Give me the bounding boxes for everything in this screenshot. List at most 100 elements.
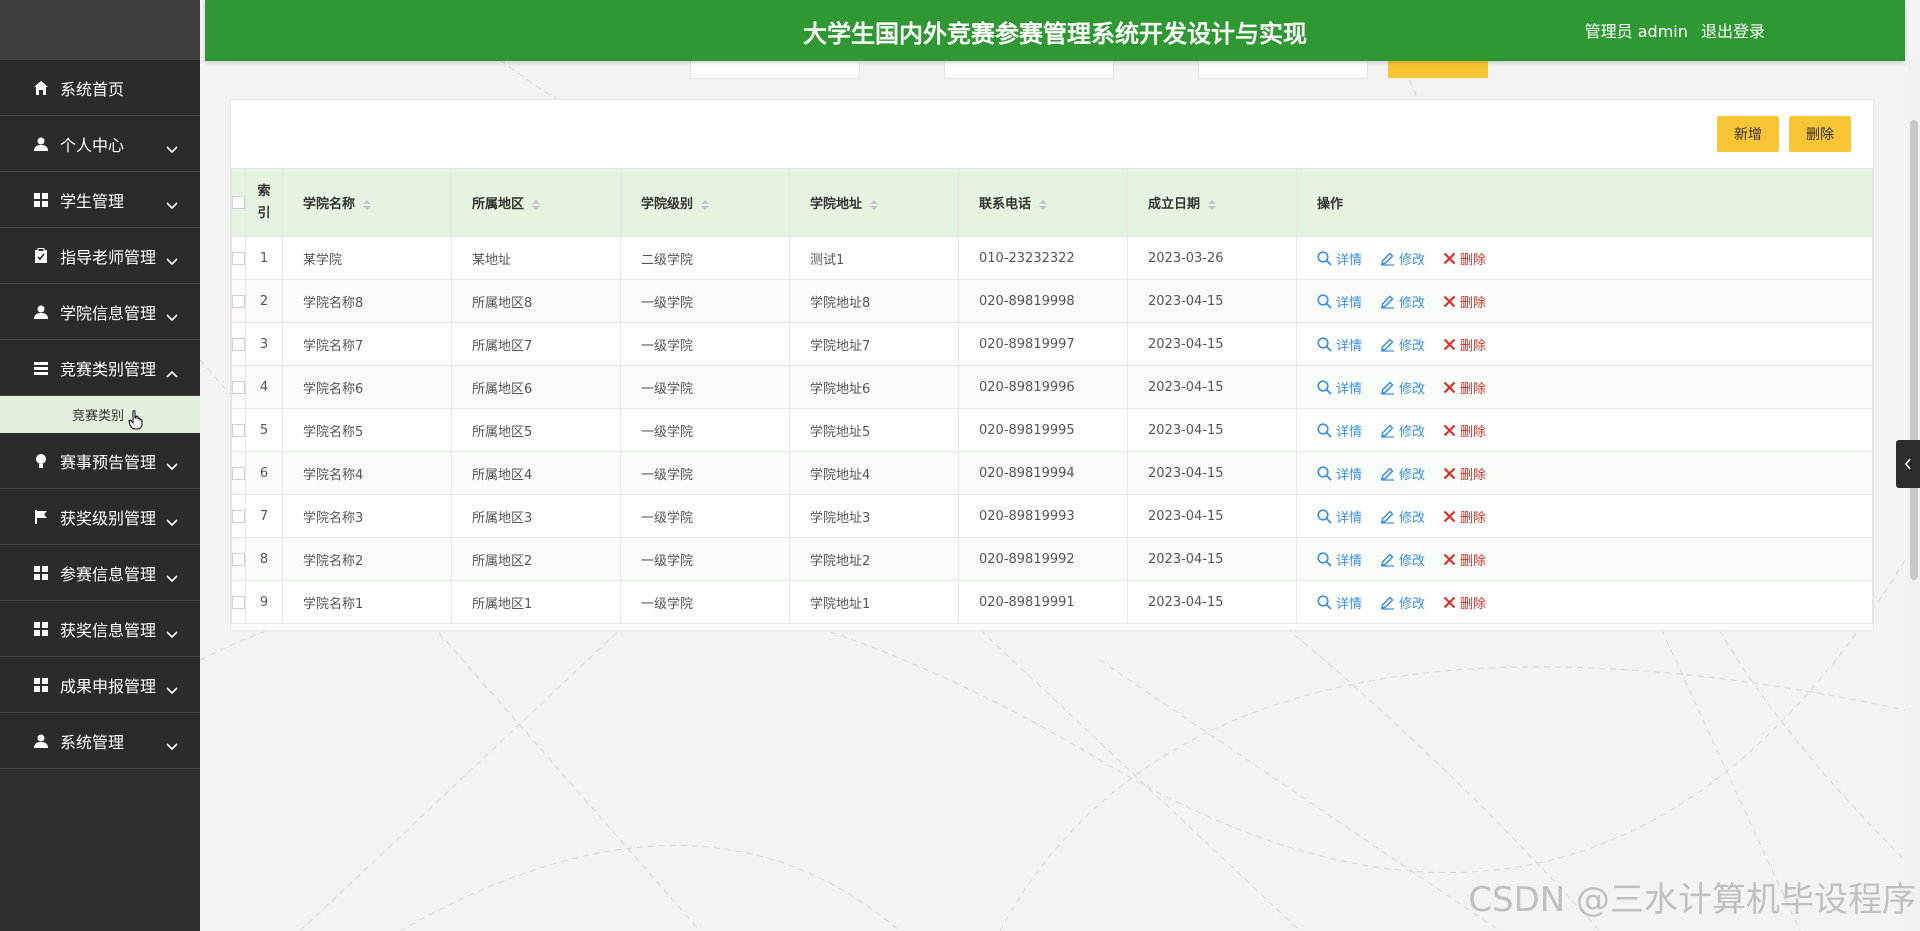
sidebar-item-competition-category-management[interactable]: 竞赛类别管理	[0, 340, 200, 396]
edit-button[interactable]: 修改	[1380, 335, 1425, 354]
edit-icon	[1381, 466, 1395, 481]
delete-button[interactable]: 删除	[1443, 421, 1486, 440]
header-phone[interactable]: 联系电话	[958, 168, 1128, 237]
delete-button[interactable]: 删除	[1443, 593, 1486, 612]
edit-button[interactable]: 修改	[1380, 593, 1425, 612]
search-input-3[interactable]	[1198, 60, 1368, 79]
sidebar-item-award-level-management[interactable]: 获奖级别管理	[0, 489, 200, 545]
sidebar-item-student-management[interactable]: 学生管理	[0, 172, 200, 228]
sidebar-logo-area	[0, 0, 200, 60]
close-icon	[1443, 338, 1456, 350]
detail-button[interactable]: 详情	[1317, 550, 1362, 569]
row-select-cell	[231, 537, 246, 581]
page-scrollbar[interactable]	[1908, 60, 1920, 931]
sidebar-item-award-info-management[interactable]: 获奖信息管理	[0, 601, 200, 657]
cell-phone: 020-89819994	[958, 451, 1128, 495]
row-checkbox[interactable]	[232, 337, 245, 351]
sort-icon[interactable]	[363, 199, 372, 210]
sidebar-item-achievement-declaration-management[interactable]: 成果申报管理	[0, 657, 200, 713]
row-checkbox[interactable]	[232, 423, 245, 437]
search-input-1[interactable]	[690, 60, 860, 79]
cell-college-name: 学院名称3	[282, 494, 452, 538]
search-input-2[interactable]	[944, 60, 1114, 79]
edit-button[interactable]: 修改	[1380, 507, 1425, 526]
row-checkbox[interactable]	[232, 294, 245, 308]
detail-button[interactable]: 详情	[1317, 593, 1362, 612]
sort-icon[interactable]	[870, 199, 879, 210]
sidebar-item-college-info-management[interactable]: 学院信息管理	[0, 284, 200, 340]
cell-phone: 020-89819995	[958, 408, 1128, 452]
header-college-name[interactable]: 学院名称	[282, 168, 452, 237]
cell-founded-date: 2023-04-15	[1127, 580, 1297, 624]
select-all-checkbox[interactable]	[232, 196, 245, 209]
chevron-down-icon	[166, 195, 180, 209]
logout-link[interactable]: 退出登录	[1701, 22, 1765, 41]
delete-label: 删除	[1460, 381, 1487, 397]
delete-button[interactable]: 删除	[1443, 335, 1486, 354]
sidebar-item-teacher-management[interactable]: 指导老师管理	[0, 228, 200, 284]
header-college-level[interactable]: 学院级别	[620, 168, 790, 237]
edit-button[interactable]: 修改	[1380, 249, 1425, 268]
sidebar-item-home[interactable]: 系统首页	[0, 60, 200, 116]
edit-button[interactable]: 修改	[1380, 550, 1425, 569]
content-panel: 新增 删除 索引 学院名称 所属地区 学院级别 学院地址 联系电话 成立日期 操…	[230, 99, 1874, 631]
sort-icon[interactable]	[1208, 199, 1217, 210]
row-checkbox[interactable]	[232, 595, 245, 609]
scrollbar-thumb[interactable]	[1910, 120, 1918, 580]
add-button[interactable]: 新增	[1717, 116, 1779, 152]
edit-button[interactable]: 修改	[1380, 421, 1425, 440]
sort-icon[interactable]	[1039, 199, 1048, 210]
detail-button[interactable]: 详情	[1317, 464, 1362, 483]
close-icon	[1443, 467, 1456, 479]
sidebar-item-event-notice-management[interactable]: 赛事预告管理	[0, 433, 200, 489]
row-checkbox[interactable]	[232, 380, 245, 394]
detail-button[interactable]: 详情	[1317, 292, 1362, 311]
table-row: 1 某学院 某地址 二级学院 测试1 010-23232322 2023-03-…	[231, 236, 1873, 280]
sidebar-item-label: 个人中心	[60, 135, 125, 155]
sidebar-item-participation-info-management[interactable]: 参赛信息管理	[0, 545, 200, 601]
detail-button[interactable]: 详情	[1317, 507, 1362, 526]
search-icon	[1317, 551, 1332, 567]
delete-button[interactable]: 删除	[1443, 378, 1486, 397]
detail-button[interactable]: 详情	[1317, 421, 1362, 440]
row-checkbox[interactable]	[232, 466, 245, 480]
sidebar-item-system-management[interactable]: 系统管理	[0, 713, 200, 769]
sidebar-item-personal-center[interactable]: 个人中心	[0, 116, 200, 172]
cell-actions: 详情 修改 删除	[1296, 279, 1873, 323]
row-checkbox[interactable]	[232, 552, 245, 566]
batch-delete-button[interactable]: 删除	[1789, 116, 1851, 152]
sort-icon[interactable]	[532, 199, 541, 210]
row-checkbox[interactable]	[232, 509, 245, 523]
cell-founded-date: 2023-04-15	[1127, 451, 1297, 495]
detail-label: 详情	[1336, 510, 1363, 526]
sort-icon[interactable]	[701, 199, 710, 210]
cell-founded-date: 2023-04-15	[1127, 494, 1297, 538]
edit-button[interactable]: 修改	[1380, 464, 1425, 483]
cell-actions: 详情 修改 删除	[1296, 365, 1873, 409]
header-college-address[interactable]: 学院地址	[789, 168, 959, 237]
cell-college-level: 一级学院	[620, 365, 790, 409]
search-icon	[1317, 594, 1332, 610]
edit-button[interactable]: 修改	[1380, 378, 1425, 397]
user-label: 管理员 admin	[1584, 22, 1688, 41]
cell-founded-date: 2023-04-15	[1127, 322, 1297, 366]
side-collapse-tab[interactable]	[1896, 440, 1920, 488]
header-founded-date[interactable]: 成立日期	[1127, 168, 1297, 237]
delete-button[interactable]: 删除	[1443, 292, 1486, 311]
delete-label: 删除	[1460, 467, 1487, 483]
header-region[interactable]: 所属地区	[451, 168, 621, 237]
edit-button[interactable]: 修改	[1380, 292, 1425, 311]
delete-button[interactable]: 删除	[1443, 464, 1486, 483]
delete-button[interactable]: 删除	[1443, 249, 1486, 268]
search-button[interactable]	[1388, 60, 1488, 78]
row-checkbox[interactable]	[232, 251, 245, 265]
cell-college-name: 学院名称2	[282, 537, 452, 581]
detail-button[interactable]: 详情	[1317, 249, 1362, 268]
row-select-cell	[231, 322, 246, 366]
delete-button[interactable]: 删除	[1443, 507, 1486, 526]
detail-button[interactable]: 详情	[1317, 335, 1362, 354]
sidebar-subitem-competition-category[interactable]: 竞赛类别	[0, 396, 200, 433]
detail-button[interactable]: 详情	[1317, 378, 1362, 397]
delete-button[interactable]: 删除	[1443, 550, 1486, 569]
cell-college-name: 学院名称1	[282, 580, 452, 624]
